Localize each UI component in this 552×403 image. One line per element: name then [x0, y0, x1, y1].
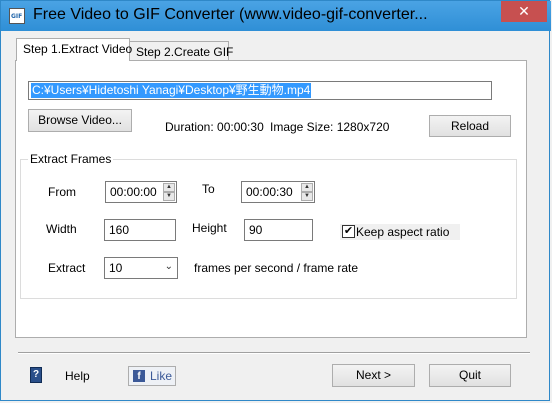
to-time-value: 00:00:30 [246, 185, 293, 199]
facebook-icon: f [133, 370, 145, 382]
keep-aspect-label: Keep aspect ratio [356, 225, 450, 239]
quit-button[interactable]: Quit [429, 364, 511, 387]
height-label: Height [192, 221, 227, 235]
extract-fps-value: 10 [109, 261, 123, 275]
window-title: Free Video to GIF Converter (www.video-g… [33, 6, 428, 23]
video-path-field[interactable]: C:¥Users¥Hidetoshi Yanagi¥Desktop¥野生動物.m… [28, 81, 492, 100]
reload-button[interactable]: Reload [429, 115, 511, 137]
extract-frames-title: Extract Frames [28, 152, 114, 166]
spin-down-icon[interactable]: ▼ [163, 192, 175, 201]
footer-divider [18, 352, 530, 354]
app-gif-icon [9, 8, 25, 24]
like-label: Like [150, 369, 173, 383]
height-input[interactable]: 90 [244, 219, 313, 241]
video-path-text: C:¥Users¥Hidetoshi Yanagi¥Desktop¥野生動物.m… [31, 83, 312, 98]
spin-down-icon[interactable]: ▼ [301, 192, 313, 201]
from-time-input[interactable]: 00:00:00 ▲ ▼ [105, 181, 177, 203]
facebook-like-button[interactable]: f Like [128, 366, 176, 386]
spin-up-icon[interactable]: ▲ [301, 183, 313, 192]
width-label: Width [46, 222, 77, 236]
tab-create-gif[interactable]: Step 2.Create GIF [129, 41, 233, 61]
to-label: To [202, 182, 215, 196]
from-time-value: 00:00:00 [110, 185, 157, 199]
image-size-label: Image Size: 1280x720 [270, 120, 390, 134]
close-button[interactable]: ✕ [501, 1, 547, 22]
spin-up-icon[interactable]: ▲ [163, 183, 175, 192]
help-book-icon[interactable]: ? [30, 367, 42, 383]
to-time-spinner[interactable]: ▲ ▼ [301, 183, 313, 201]
from-label: From [48, 185, 76, 199]
width-input[interactable]: 160 [104, 219, 176, 241]
extract-label: Extract [48, 261, 86, 275]
help-link[interactable]: Help [65, 369, 90, 383]
keep-aspect-checkbox-row[interactable]: ✔ Keep aspect ratio [340, 224, 460, 240]
to-time-input[interactable]: 00:00:30 ▲ ▼ [241, 181, 315, 203]
next-button[interactable]: Next > [332, 364, 415, 387]
chevron-down-icon[interactable]: ⌄ [165, 261, 173, 272]
duration-label: Duration: 00:00:30 [165, 120, 264, 134]
keep-aspect-checkbox[interactable]: ✔ [342, 225, 355, 238]
tab-extract-video[interactable]: Step 1.Extract Video [16, 38, 132, 61]
extract-fps-select[interactable]: 10 ⌄ [104, 257, 178, 279]
browse-video-button[interactable]: Browse Video... [28, 109, 132, 132]
from-time-spinner[interactable]: ▲ ▼ [163, 183, 175, 201]
title-bar[interactable]: Free Video to GIF Converter (www.video-g… [1, 1, 551, 31]
fps-label: frames per second / frame rate [194, 261, 359, 275]
